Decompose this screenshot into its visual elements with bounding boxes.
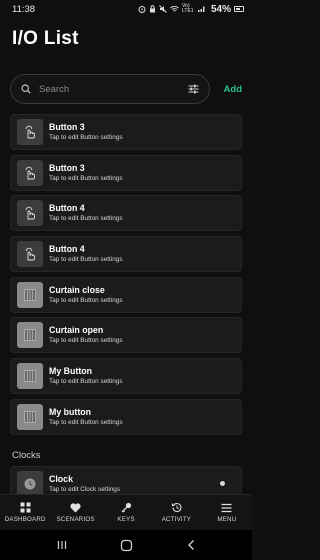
item-subtitle: Tap to edit Button settings	[49, 337, 123, 345]
item-subtitle: Tap to edit Button settings	[49, 174, 123, 182]
curtain-icon	[24, 370, 36, 383]
home-icon[interactable]	[120, 539, 133, 552]
nav-menu[interactable]: MENU	[202, 495, 252, 530]
list-item[interactable]: Button 4 Tap to edit Button settings	[10, 195, 242, 232]
grid-icon	[20, 502, 31, 513]
nav-scenarios[interactable]: SCENARIOS	[50, 495, 100, 530]
page-title: I/O List	[12, 28, 79, 49]
io-list: Button 3 Tap to edit Button settings But…	[0, 114, 252, 435]
item-title: My button	[49, 406, 92, 417]
item-text: Button 3 Tap to edit Button settings	[49, 163, 235, 183]
item-text: Clock Tap to edit Clock settings	[49, 474, 220, 494]
item-text: Button 3 Tap to edit Button settings	[49, 122, 235, 142]
item-title: Curtain close	[49, 284, 105, 295]
nav-label: DASHBOARD	[4, 516, 46, 523]
battery-percent: 54%	[210, 3, 231, 15]
thumbnail	[17, 322, 43, 349]
nav-dashboard[interactable]: DASHBOARD	[0, 495, 50, 530]
list-item[interactable]: My button Tap to edit Button settings	[10, 398, 242, 435]
hamburger-icon	[221, 503, 232, 512]
tap-hand-icon	[25, 166, 35, 180]
clock-icon	[24, 478, 36, 489]
item-subtitle: Tap to edit Button settings	[49, 418, 123, 426]
list-item[interactable]: Curtain open Tap to edit Button settings	[10, 317, 242, 354]
list-item[interactable]: Button 3 Tap to edit Button settings	[10, 114, 242, 150]
nav-keys[interactable]: KEYS	[101, 495, 151, 530]
thumbnail	[17, 403, 43, 430]
search-placeholder: Search	[39, 83, 70, 95]
lock-icon	[149, 5, 155, 13]
status-icons: Vo) LTE1 54%	[138, 4, 244, 15]
item-title: Clock	[49, 473, 73, 484]
heart-icon	[70, 502, 81, 512]
thumbnail	[17, 363, 43, 390]
item-subtitle: Tap to edit Button settings	[49, 134, 123, 141]
thumbnail	[17, 470, 43, 497]
nav-label: SCENARIOS	[56, 515, 95, 523]
thumbnail	[17, 241, 43, 268]
item-text: My Button Tap to edit Button settings	[49, 366, 235, 386]
item-subtitle: Tap to edit Button settings	[49, 296, 123, 304]
search-input[interactable]: Search	[10, 74, 210, 104]
list-item[interactable]: My Button Tap to edit Button settings	[10, 358, 242, 395]
nav-label: KEYS	[117, 516, 135, 523]
list-item[interactable]: Button 3 Tap to edit Button settings	[10, 154, 242, 191]
network-label: Vo) LTE1	[181, 3, 194, 14]
search-row: Search Add	[0, 74, 252, 104]
nav-label: MENU	[217, 515, 237, 523]
tap-hand-icon	[25, 207, 35, 220]
item-title: Button 3	[49, 122, 85, 132]
thumbnail	[17, 159, 43, 186]
mute-icon	[159, 5, 167, 13]
item-text: Curtain close Tap to edit Button setting…	[49, 285, 235, 305]
signal-icon	[197, 6, 205, 12]
system-nav-bar	[0, 530, 252, 560]
tap-hand-icon	[25, 247, 35, 261]
nav-label: ACTIVITY	[161, 516, 192, 523]
filter-sliders-icon[interactable]	[188, 84, 199, 94]
item-text: Button 4 Tap to edit Button settings	[49, 203, 235, 223]
item-title: Curtain open	[49, 325, 104, 336]
item-title: Button 4	[49, 203, 85, 214]
back-icon[interactable]	[186, 539, 196, 551]
item-title: Button 4	[49, 244, 85, 255]
status-bar: 11:38 Vo) LTE1 54%	[0, 0, 252, 18]
curtain-icon	[24, 329, 36, 342]
item-subtitle: Tap to edit Button settings	[49, 215, 123, 223]
section-header-clocks: Clocks	[12, 449, 41, 461]
item-text: My button Tap to edit Button settings	[49, 407, 235, 427]
battery-icon	[234, 6, 244, 12]
add-button[interactable]: Add	[222, 84, 242, 95]
search-icon	[21, 84, 31, 94]
item-subtitle: Tap to edit Button settings	[49, 378, 123, 386]
bottom-nav: DASHBOARD SCENARIOS KEYS ACTIVITY MENU	[0, 494, 252, 530]
tap-hand-icon	[25, 125, 35, 139]
list-item[interactable]: Button 4 Tap to edit Button settings	[10, 236, 242, 273]
status-dot	[220, 481, 225, 486]
wifi-icon	[170, 6, 179, 12]
recents-icon[interactable]	[56, 539, 68, 551]
key-icon	[121, 502, 131, 513]
item-subtitle: Tap to edit Button settings	[49, 256, 123, 264]
history-icon	[171, 502, 182, 513]
item-text: Curtain open Tap to edit Button settings	[49, 325, 235, 345]
thumbnail	[17, 281, 43, 308]
item-title: Button 3	[49, 162, 85, 173]
curtain-icon	[24, 288, 36, 301]
nav-activity[interactable]: ACTIVITY	[151, 495, 201, 530]
status-time: 11:38	[12, 3, 36, 15]
item-title: My Button	[49, 366, 92, 377]
curtain-icon	[24, 410, 36, 423]
item-text: Button 4 Tap to edit Button settings	[49, 244, 235, 264]
item-subtitle: Tap to edit Clock settings	[49, 485, 121, 493]
thumbnail	[17, 119, 43, 145]
alarm-icon	[138, 6, 146, 13]
list-item[interactable]: Curtain close Tap to edit Button setting…	[10, 276, 242, 313]
thumbnail	[17, 200, 43, 227]
